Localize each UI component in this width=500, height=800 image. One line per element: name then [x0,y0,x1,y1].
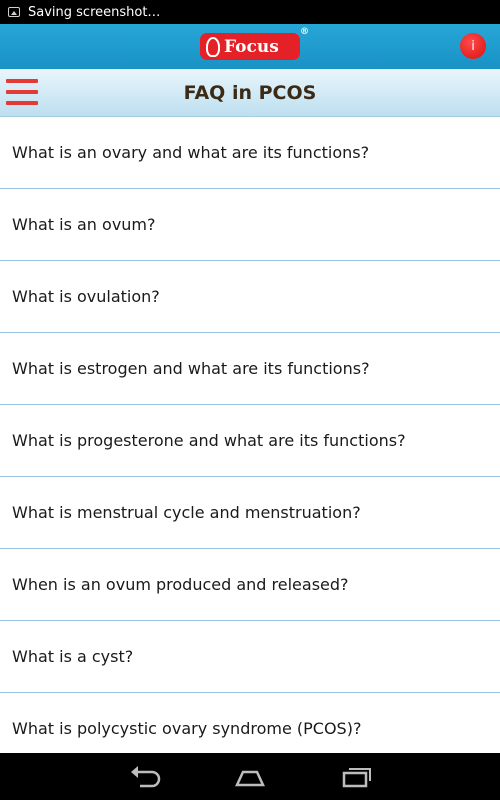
faq-item[interactable]: What is an ovary and what are its functi… [0,117,500,189]
faq-question: When is an ovum produced and released? [12,575,349,594]
faq-item[interactable]: What is menstrual cycle and menstruation… [0,477,500,549]
page-title: FAQ in PCOS [183,82,317,104]
navigation-bar [0,753,500,800]
info-icon: i [471,38,475,54]
recent-apps-icon[interactable] [340,763,374,789]
info-button[interactable]: i [460,33,486,59]
faq-question: What is an ovary and what are its functi… [12,143,370,162]
faq-question: What is menstrual cycle and menstruation… [12,503,361,522]
title-bar: FAQ in PCOS [0,69,500,117]
logo-text: Focus [224,36,279,57]
registered-mark: ® [300,27,309,37]
faq-item[interactable]: What is a cyst? [0,621,500,693]
faq-question: What is polycystic ovary syndrome (PCOS)… [12,719,362,738]
faq-question: What is an ovum? [12,215,156,234]
home-icon[interactable] [233,763,267,789]
faq-question: What is progesterone and what are its fu… [12,431,406,450]
faq-item[interactable]: What is estrogen and what are its functi… [0,333,500,405]
faq-question: What is a cyst? [12,647,134,666]
logo-mark-icon [206,36,220,57]
faq-item[interactable]: What is polycystic ovary syndrome (PCOS)… [0,693,500,753]
faq-item[interactable]: When is an ovum produced and released? [0,549,500,621]
faq-question: What is ovulation? [12,287,160,306]
faq-list: What is an ovary and what are its functi… [0,117,500,753]
faq-item[interactable]: What is progesterone and what are its fu… [0,405,500,477]
app-header: Focus ® i [0,24,500,69]
status-bar: Saving screenshot… [0,0,500,24]
faq-item[interactable]: What is ovulation? [0,261,500,333]
screenshot-icon [8,7,20,17]
focus-logo: Focus ® [200,27,309,60]
hamburger-menu-icon[interactable] [6,79,38,105]
status-notification-text: Saving screenshot… [28,4,161,20]
back-icon[interactable] [128,763,162,789]
faq-question: What is estrogen and what are its functi… [12,359,370,378]
faq-item[interactable]: What is an ovum? [0,189,500,261]
